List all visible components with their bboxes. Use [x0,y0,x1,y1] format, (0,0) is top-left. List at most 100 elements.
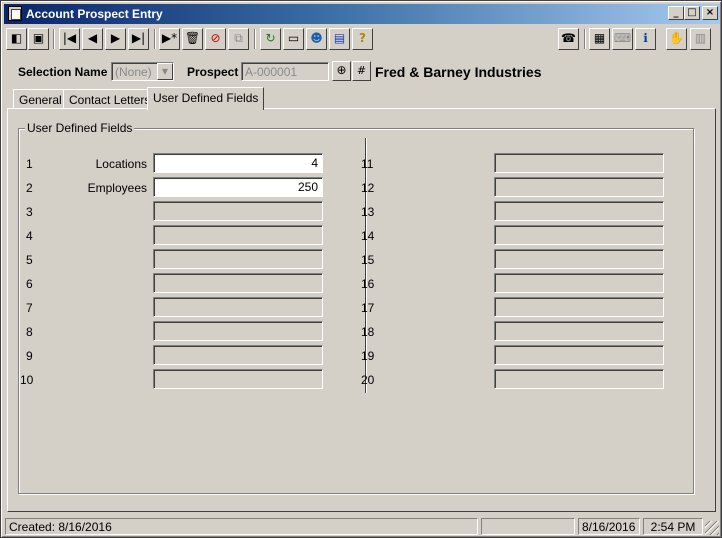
udf-row-number: 1 [26,157,33,171]
udf-row-number: 7 [26,301,33,315]
number-icon: # [356,64,367,77]
cancel-button[interactable]: ⊘ [205,28,226,50]
save-icon: ▣ [32,31,45,45]
status-empty-panel [481,518,575,535]
udf-field-16[interactable] [494,273,664,293]
keyboard-button[interactable]: ⌨ [612,28,633,50]
phone-button[interactable]: ☎ [558,28,579,50]
udf-field-1[interactable]: 4 [153,153,323,173]
tab-contact-letters[interactable]: Contact Letters [63,89,157,109]
title-bar[interactable]: Account Prospect Entry _ □ × [4,4,720,24]
udf-field-8[interactable] [153,321,323,341]
phone-icon: ☎ [561,31,576,45]
exit-button[interactable]: ◧ [6,28,27,50]
status-created: Created: 8/16/2016 [5,518,478,535]
udf-row-number: 5 [26,253,33,267]
udf-row-number: 13 [361,205,375,219]
exit-icon: ◧ [10,31,23,45]
book-button[interactable]: ▤ [329,28,350,50]
udf-field-9[interactable] [153,345,323,365]
prospect-lookup-button[interactable]: ⊕ [332,61,351,81]
udf-row-number: 2 [26,181,33,195]
udf-field-15[interactable] [494,249,664,269]
first-record-button[interactable]: |◀ [59,28,80,50]
last-record-button[interactable]: ▶| [128,28,149,50]
new-record-icon: ▶* [161,31,178,45]
copy-button[interactable]: ⧉ [228,28,249,50]
udf-row-number: 9 [26,349,33,363]
users-button[interactable]: ☻ [306,28,327,50]
copy-icon: ⧉ [234,31,243,45]
udf-field-6[interactable] [153,273,323,293]
calculator-icon: ▦ [593,31,606,45]
info-icon: ℹ [643,31,648,45]
udf-row-number: 11 [361,157,374,171]
magnifier-icon: ⊕ [336,63,347,77]
udf-field-11[interactable] [494,153,664,173]
udf-row-number: 19 [361,349,375,363]
udf-label-employees: Employees [87,181,147,195]
refresh-icon: ↻ [265,31,276,45]
minimize-button[interactable]: _ [668,6,684,20]
previous-record-icon: ◀ [87,31,98,45]
status-date: 8/16/2016 [578,518,640,535]
udf-row-number: 15 [361,253,375,267]
help-button[interactable]: ? [352,28,373,50]
udf-row-number: 10 [20,373,34,387]
users-icon: ☻ [310,31,323,45]
delete-icon: 🗑 [184,31,201,45]
udf-row-number: 14 [361,229,375,243]
delete-button[interactable]: 🗑 [182,28,203,50]
note-button[interactable]: ▭ [283,28,304,50]
calculator-button[interactable]: ▦ [589,28,610,50]
udf-field-4[interactable] [153,225,323,245]
udf-label-locations: Locations [95,157,147,171]
close-button[interactable]: × [702,6,718,20]
prospect-id-field[interactable]: A-000001 [241,62,329,81]
udf-field-2[interactable]: 250 [153,177,323,197]
help-icon: ? [359,31,366,45]
toolbar-separator [53,29,55,49]
previous-record-button[interactable]: ◀ [82,28,103,50]
window-title: Account Prospect Entry [26,7,163,21]
app-icon[interactable] [8,6,22,21]
handshake-button[interactable]: ✋ [666,28,687,50]
prospect-name: Fred & Barney Industries [375,64,542,80]
udf-row-number: 18 [361,325,375,339]
factory-button[interactable]: ▥ [690,28,711,50]
udf-field-13[interactable] [494,201,664,221]
udf-field-14[interactable] [494,225,664,245]
tab-general[interactable]: General [13,89,68,109]
udf-field-5[interactable] [153,249,323,269]
toolbar-separator [584,29,586,49]
handshake-icon: ✋ [669,31,684,45]
udf-row-number: 6 [26,277,33,291]
resize-grip[interactable] [705,521,719,535]
udf-field-18[interactable] [494,321,664,341]
udf-field-12[interactable] [494,177,664,197]
info-button[interactable]: ℹ [635,28,656,50]
udf-field-3[interactable] [153,201,323,221]
book-icon: ▤ [333,31,346,45]
prospect-number-button[interactable]: # [352,61,371,81]
udf-field-19[interactable] [494,345,664,365]
status-time: 2:54 PM [643,518,703,535]
udf-field-7[interactable] [153,297,323,317]
new-record-button[interactable]: ▶* [159,28,180,50]
save-button[interactable]: ▣ [28,28,49,50]
udf-row-number: 12 [361,181,375,195]
next-record-button[interactable]: ▶ [105,28,126,50]
maximize-button[interactable]: □ [684,6,700,20]
toolbar-separator [154,29,156,49]
toolbar: ◧ ▣ |◀ ◀ ▶ ▶| ▶* 🗑 ⊘ ⧉ ↻ ▭ ☻ ▤ ? ☎ ▦ ⌨ ℹ… [4,26,720,54]
tab-user-defined-fields[interactable]: User Defined Fields [147,87,265,110]
udf-row-number: 16 [361,277,375,291]
refresh-button[interactable]: ↻ [260,28,281,50]
udf-field-20[interactable] [494,369,664,389]
selection-name-dropdown-icon[interactable]: ▼ [157,63,173,80]
last-record-icon: ▶| [131,31,146,45]
udf-field-10[interactable] [153,369,323,389]
udf-row-number: 8 [26,325,33,339]
factory-icon: ▥ [694,31,707,45]
udf-field-17[interactable] [494,297,664,317]
